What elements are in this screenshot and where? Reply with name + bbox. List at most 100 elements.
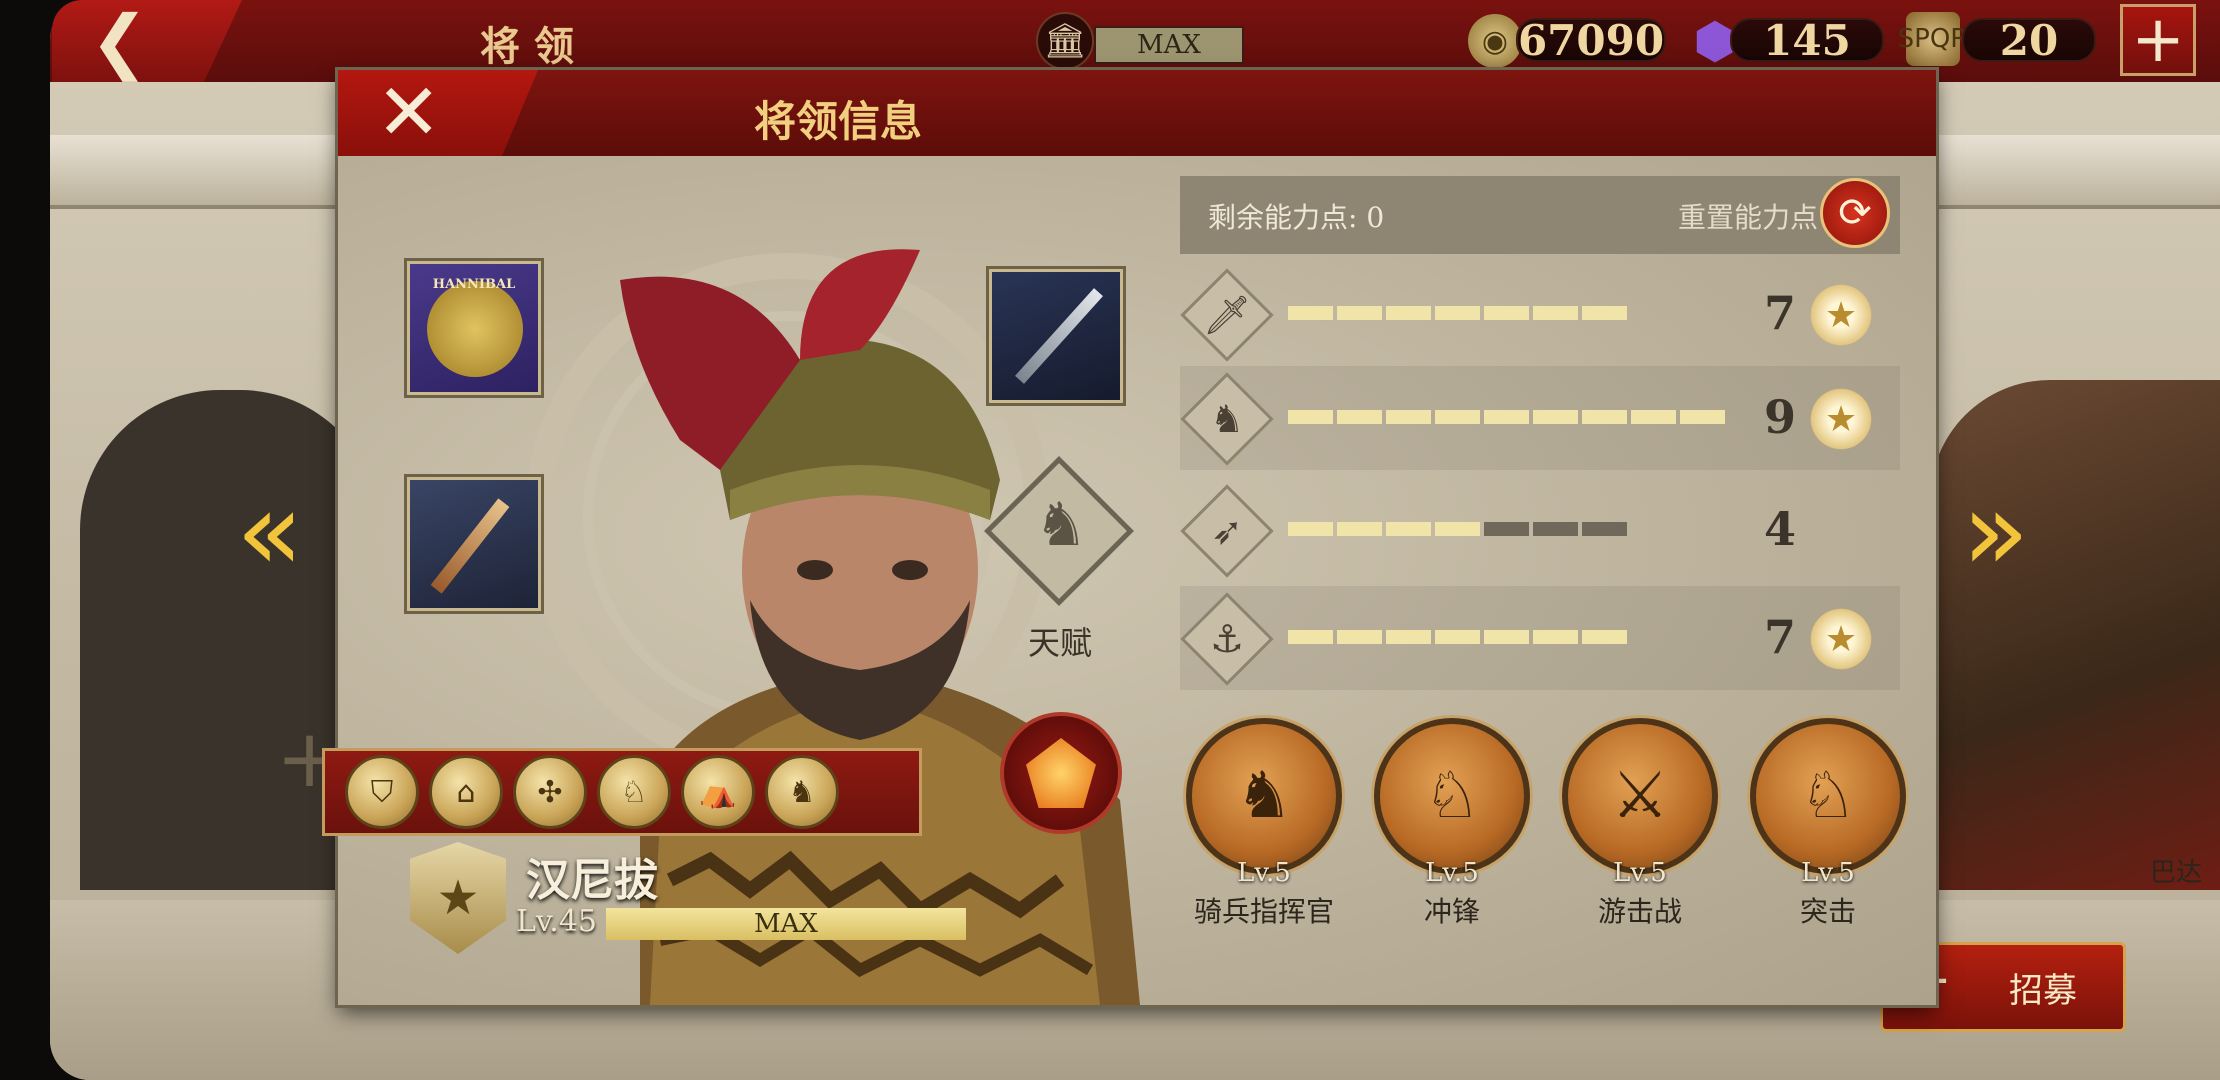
weapon-slot[interactable]: [404, 474, 544, 614]
gold-amount: 67090: [1516, 15, 1666, 65]
stat-pip: [1288, 522, 1333, 536]
charging-rider-icon: ♘: [1423, 759, 1481, 833]
spear-icon: [430, 498, 510, 594]
ability-level: Lv.5: [1425, 858, 1479, 888]
stat-pip: [1288, 410, 1333, 424]
ability-name: 突击: [1799, 895, 1856, 928]
wheel-skill-icon[interactable]: ✣: [513, 755, 587, 829]
stat-pip: [1288, 630, 1333, 644]
stat-pip: [1337, 630, 1382, 644]
stat-pip: [1484, 522, 1529, 536]
building-status: MAX: [1094, 26, 1244, 64]
plus-icon: +: [2131, 3, 2185, 77]
ability-button[interactable]: ♘: [1374, 718, 1530, 874]
side-hero-name: 巴达: [2150, 858, 2203, 888]
laurel-star-icon: ★: [1806, 384, 1876, 454]
reset-points-label: 重置能力点: [1678, 201, 1819, 234]
stat-pip: [1435, 522, 1480, 536]
stat-pip: [1533, 410, 1578, 424]
stat-pip: [1582, 630, 1627, 644]
stat-pips: [1288, 522, 1627, 536]
stat-pip: [1288, 306, 1333, 320]
banner-slot[interactable]: HANNIBAL: [404, 258, 544, 398]
stat-pip: [1484, 630, 1529, 644]
ability-name: 骑兵指挥官: [1193, 895, 1334, 928]
stat-pips: [1288, 410, 1725, 424]
stat-icon-frame: 🗡: [1180, 268, 1274, 362]
panel-header: [338, 70, 1936, 156]
close-icon: ✕: [376, 68, 442, 158]
stat-pip: [1337, 410, 1382, 424]
stat-pip: [1337, 522, 1382, 536]
stat-row: ♞ 9 ★: [1180, 366, 1900, 470]
ability-level: Lv.5: [1237, 858, 1291, 888]
bow-icon: ➶: [1211, 509, 1243, 553]
shield-skill-icon[interactable]: ⛉: [345, 755, 419, 829]
next-hero-arrow-icon[interactable]: »: [1962, 476, 2029, 586]
side-hero-portrait: [1930, 380, 2220, 890]
stat-pip: [1582, 410, 1627, 424]
stat-pip: [1386, 522, 1431, 536]
stat-value: 7: [1763, 286, 1796, 340]
stat-row: 🗡 7 ★: [1180, 262, 1900, 366]
sword-icon: [1015, 288, 1103, 384]
stat-pips: [1288, 306, 1627, 320]
ability-level: Lv.5: [1613, 858, 1667, 888]
stat-pip: [1337, 306, 1382, 320]
stat-pip: [1386, 306, 1431, 320]
ability-button[interactable]: ♘: [1750, 718, 1906, 874]
sword-slot[interactable]: [986, 266, 1126, 406]
xp-bar: MAX: [606, 908, 966, 940]
laurel-star-icon: ★: [1806, 604, 1876, 674]
hero-name: 汉尼拔: [526, 855, 658, 906]
recruit-label: 招募: [2009, 970, 2077, 1011]
panel-title: 将领信息: [753, 97, 922, 146]
stat-pips: [1288, 630, 1627, 644]
horse-skill-icon[interactable]: ♞: [765, 755, 839, 829]
pentagon-gem-icon: [1026, 738, 1096, 808]
enhance-gem-button[interactable]: [1000, 712, 1122, 834]
gem-amount: 145: [1730, 16, 1884, 65]
token-amount: 20: [1962, 16, 2096, 65]
banner-text: HANNIBAL: [432, 277, 516, 292]
prev-hero-arrow-icon[interactable]: «: [236, 476, 303, 586]
stat-value: 4: [1763, 502, 1796, 556]
page-title: 将领: [480, 23, 588, 70]
refresh-icon: ⟳: [1838, 190, 1872, 236]
stat-pip: [1582, 522, 1627, 536]
anchor-icon: ⚓: [1209, 617, 1245, 661]
stat-icon-frame: ♞: [1180, 372, 1274, 466]
ability-button[interactable]: ⚔: [1562, 718, 1718, 874]
ability-name: 游击战: [1597, 895, 1682, 928]
talent-label: 天赋: [1027, 624, 1092, 662]
remaining-points-label: 剩余能力点: 0: [1208, 201, 1385, 234]
add-resource-button[interactable]: +: [2120, 4, 2196, 76]
stat-pip: [1484, 306, 1529, 320]
coin-icon: ◉: [1468, 14, 1522, 68]
skills-strip: ⛉ ⌂ ✣ ♘ ⛺ ♞: [322, 748, 922, 836]
stat-pip: [1386, 410, 1431, 424]
stat-pip: [1631, 410, 1676, 424]
stat-pip: [1435, 630, 1480, 644]
horse-head-icon: ♞: [1209, 397, 1245, 441]
stat-value: 9: [1763, 390, 1796, 444]
stat-value: 7: [1763, 610, 1796, 664]
ability-button[interactable]: ♞: [1186, 718, 1342, 874]
stat-pip: [1680, 410, 1725, 424]
camp-skill-icon[interactable]: ⛺: [681, 755, 755, 829]
reset-points-button[interactable]: ⟳: [1820, 178, 1890, 248]
sword-icon: 🗡: [1202, 292, 1252, 337]
building-icon[interactable]: 🏛: [1036, 12, 1094, 70]
stat-icon-frame: ➶: [1180, 484, 1274, 578]
skirmishers-icon: ⚔: [1611, 759, 1669, 833]
stat-pip: [1533, 630, 1578, 644]
gate-skill-icon[interactable]: ⌂: [429, 755, 503, 829]
ability-name: 冲锋: [1423, 895, 1480, 928]
stat-pip: [1435, 306, 1480, 320]
rider-skill-icon[interactable]: ♘: [597, 755, 671, 829]
horse-skull-icon: ♞: [1034, 490, 1088, 560]
stat-pip: [1435, 410, 1480, 424]
spqr-eagle-icon: SPQR: [1898, 12, 1968, 66]
stat-pip: [1484, 410, 1529, 424]
stat-icon-frame: ⚓: [1180, 592, 1274, 686]
